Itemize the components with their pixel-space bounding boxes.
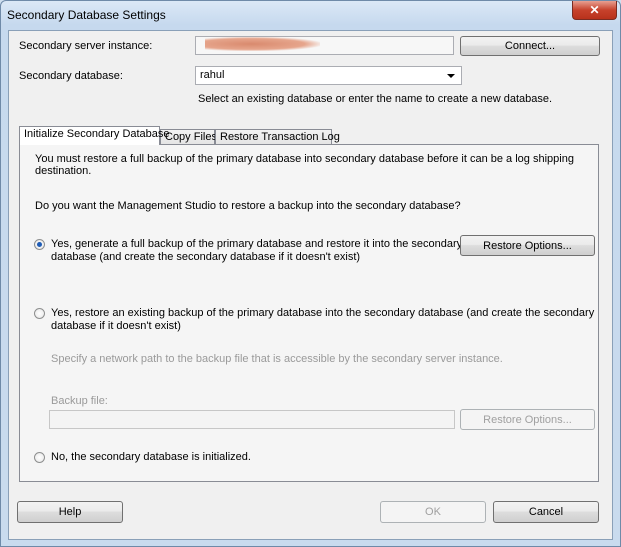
radio-generate-full-backup[interactable] [34, 239, 45, 250]
chevron-down-icon[interactable] [447, 74, 455, 78]
connect-button[interactable]: Connect... [460, 36, 600, 56]
secondary-database-value: rahul [200, 69, 225, 81]
server-instance-label: Secondary server instance: [19, 40, 153, 52]
radio-restore-existing-backup[interactable] [34, 308, 45, 319]
secondary-database-label: Secondary database: [19, 70, 123, 82]
tab-initialize-secondary-database[interactable]: Initialize Secondary Database [19, 126, 170, 145]
ok-button[interactable]: OK [380, 501, 486, 523]
secondary-database-combo[interactable]: rahul [195, 66, 462, 85]
restore-options-disabled-button[interactable]: Restore Options... [460, 409, 595, 430]
database-hint: Select an existing database or enter the… [198, 93, 553, 105]
help-button[interactable]: Help [17, 501, 123, 523]
option3-text: No, the secondary database is initialize… [51, 451, 251, 463]
close-icon: ✕ [589, 3, 600, 17]
redacted-server-name [205, 37, 320, 51]
option2-line2: database if it doesn't exist) [51, 320, 181, 332]
radio-already-initialized[interactable] [34, 452, 45, 463]
option2-line1: Yes, restore an existing backup of the p… [51, 307, 595, 319]
option1-line2: database (and create the secondary datab… [51, 251, 361, 263]
tab-restore-transaction-log[interactable]: Restore Transaction Log [215, 129, 340, 144]
question-text: Do you want the Management Studio to res… [35, 200, 461, 212]
network-path-hint: Specify a network path to the backup fil… [51, 353, 503, 365]
intro-text: You must restore a full backup of the pr… [35, 153, 574, 177]
restore-options-button[interactable]: Restore Options... [460, 235, 595, 256]
cancel-button[interactable]: Cancel [493, 501, 599, 523]
option1-line1: Yes, generate a full backup of the prima… [51, 238, 463, 250]
backup-file-input[interactable] [49, 410, 455, 429]
close-button[interactable]: ✕ [572, 1, 617, 20]
window-title: Secondary Database Settings [7, 8, 166, 22]
backup-file-label: Backup file: [51, 395, 108, 407]
